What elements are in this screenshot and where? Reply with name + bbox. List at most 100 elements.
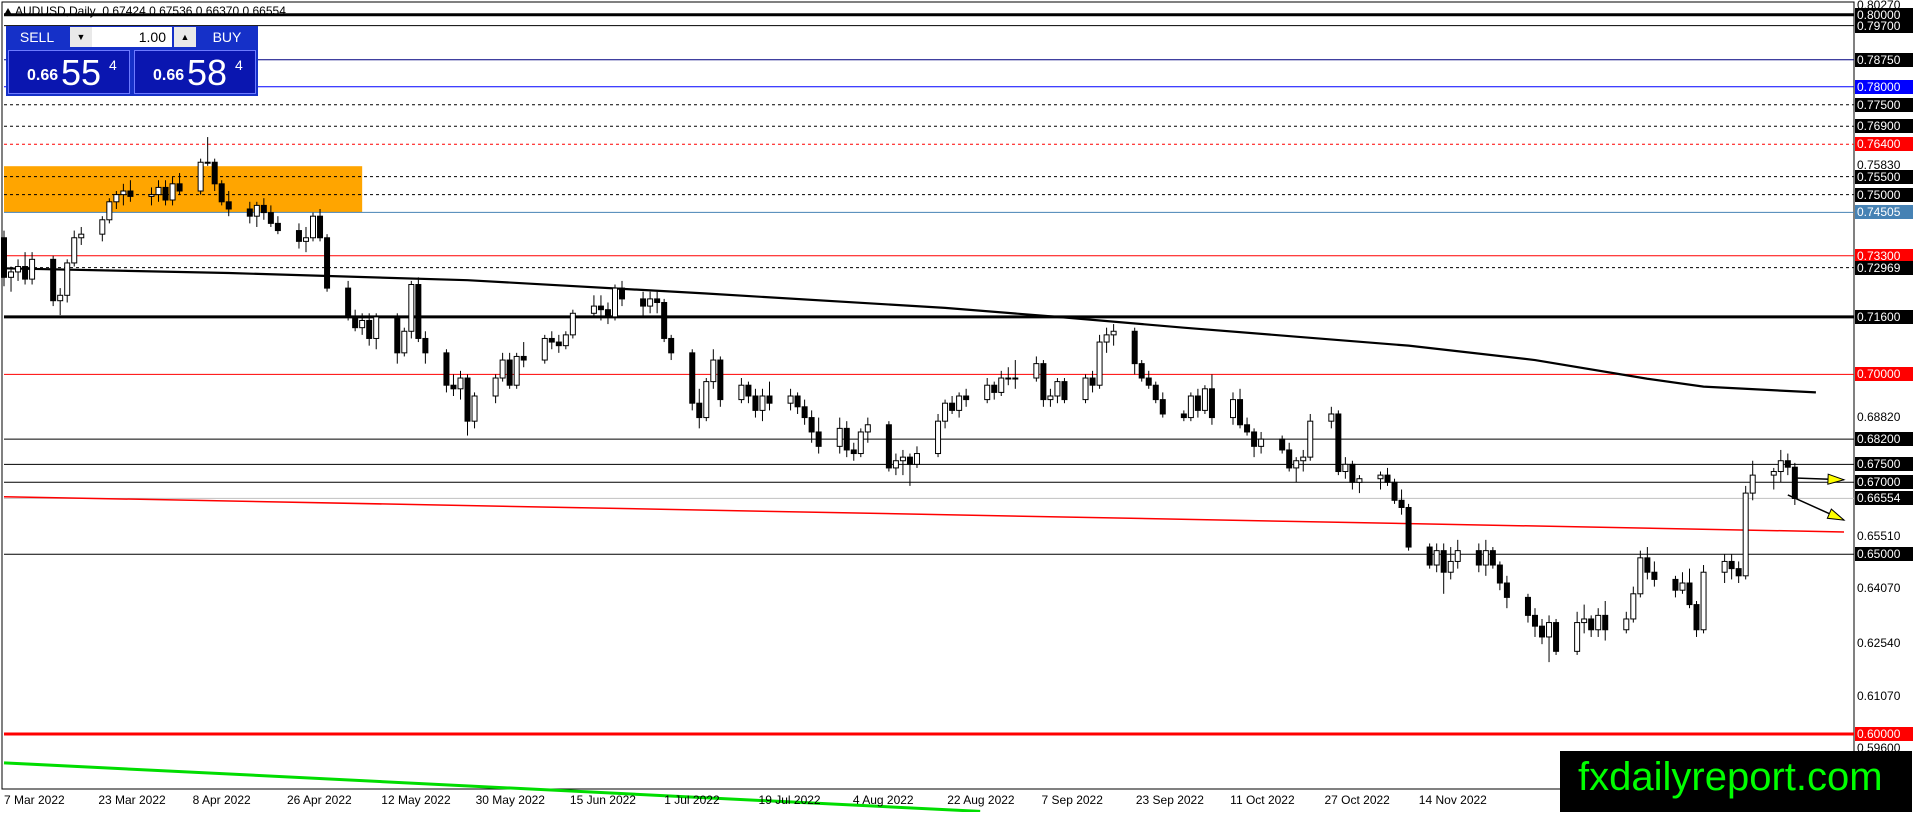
candle-body: [864, 424, 871, 433]
candle-body: [1356, 478, 1363, 483]
candle-body: [1194, 395, 1201, 411]
candle-body: [317, 215, 324, 239]
sell-price-pips: 55: [61, 52, 102, 93]
candle-body: [366, 319, 373, 339]
candle-body: [562, 334, 569, 347]
price-tick-label: 0.60000: [1855, 727, 1913, 742]
trade-panel-controls: SELL ▼ 1.00 ▲ BUY: [6, 26, 258, 48]
price-tick-label: 0.75500: [1855, 169, 1913, 184]
price-tick-label: 0.61070: [1857, 688, 1901, 703]
buy-button[interactable]: BUY: [196, 26, 258, 48]
candle-body: [935, 420, 942, 455]
candle-body: [1630, 593, 1637, 620]
candle-body: [1061, 381, 1068, 401]
candle-body: [696, 402, 703, 419]
candle-body: [1574, 622, 1581, 652]
price-tick-label: 0.76900: [1855, 119, 1913, 134]
candle-body: [471, 395, 478, 422]
candle-body: [836, 427, 843, 447]
candle-body: [1300, 456, 1307, 462]
candle-body: [906, 456, 913, 465]
candle-body: [127, 190, 134, 197]
candle-body: [1103, 334, 1110, 343]
buy-price-quote[interactable]: 0.66 58 4: [134, 50, 256, 94]
candle: [1700, 565, 1707, 634]
candle-body: [1307, 420, 1314, 458]
candle-body: [225, 201, 232, 210]
price-tick-label: 0.72969: [1855, 260, 1913, 275]
candle-body: [654, 298, 661, 303]
candle-body: [759, 395, 766, 411]
candle-body: [815, 431, 822, 447]
candle-body: [1581, 618, 1588, 624]
price-chart[interactable]: [0, 0, 1916, 813]
candle: [1553, 618, 1560, 655]
candle: [1391, 478, 1398, 504]
candle-body: [942, 402, 949, 422]
candle-body: [913, 453, 920, 465]
one-click-trading-panel: SELL ▼ 1.00 ▲ BUY 0.66 55 4 0.66 58 4: [6, 26, 258, 96]
chart-area[interactable]: [0, 0, 1916, 813]
candle-body: [513, 355, 520, 386]
candle-body: [1539, 625, 1546, 638]
candle-body: [1005, 377, 1012, 380]
candle-body: [1012, 377, 1019, 380]
lot-size-input[interactable]: 1.00: [92, 27, 172, 47]
candle-body: [197, 161, 204, 192]
candle-body: [120, 190, 127, 196]
candle-body: [1335, 413, 1342, 473]
candle-body: [1033, 363, 1040, 379]
candle-body: [260, 204, 267, 214]
candle-body: [1159, 399, 1166, 415]
candle-body: [1475, 550, 1482, 566]
date-tick-label: 23 Mar 2022: [98, 793, 166, 807]
candle-body: [169, 183, 176, 201]
candle-body: [710, 359, 717, 383]
sell-button[interactable]: SELL: [6, 26, 68, 48]
lot-increase-button[interactable]: ▲: [174, 27, 196, 47]
candle: [1307, 413, 1314, 461]
candle-body: [1279, 438, 1286, 451]
candle-body: [1152, 384, 1159, 401]
candle-body: [1342, 463, 1349, 473]
price-tick-label: 0.79700: [1855, 18, 1913, 33]
candle-body: [352, 316, 359, 329]
candle-body: [1623, 618, 1630, 631]
candle-body: [99, 219, 106, 235]
candle-body: [373, 316, 380, 339]
candle-body: [1454, 550, 1461, 562]
price-tick-label: 0.67000: [1855, 475, 1913, 490]
candle-body: [253, 204, 260, 217]
date-tick-label: 7 Mar 2022: [4, 793, 65, 807]
candle-body: [1187, 395, 1194, 419]
sell-price-quote[interactable]: 0.66 55 4: [8, 50, 130, 94]
candle-body: [302, 237, 309, 242]
candle-body: [50, 258, 57, 302]
candle-body: [1503, 582, 1510, 598]
lot-decrease-button[interactable]: ▼: [70, 27, 92, 47]
candle-body: [29, 258, 36, 280]
candle-body: [984, 384, 991, 401]
candle: [106, 198, 113, 224]
price-tick-label: 0.71600: [1855, 309, 1913, 324]
candle-body: [717, 359, 724, 401]
price-tick-label: 0.65510: [1857, 528, 1901, 543]
date-tick-label: 30 May 2022: [475, 793, 545, 807]
candle-body: [1201, 388, 1208, 411]
candle-body: [57, 294, 64, 302]
candle-body: [345, 287, 352, 318]
candle-body: [1096, 341, 1103, 386]
candle-body: [78, 233, 85, 239]
candle-body: [1588, 618, 1595, 631]
date-tick-label: 11 Oct 2022: [1230, 793, 1295, 807]
candle: [197, 158, 204, 195]
candle-body: [492, 377, 499, 397]
candle-body: [1377, 474, 1384, 480]
candle-body: [499, 359, 506, 379]
candle-body: [359, 319, 366, 329]
candle-body: [604, 309, 611, 318]
candle-body: [555, 341, 562, 347]
candle-body: [590, 305, 597, 314]
candle-body: [1482, 550, 1489, 566]
candle-body: [1700, 571, 1707, 631]
